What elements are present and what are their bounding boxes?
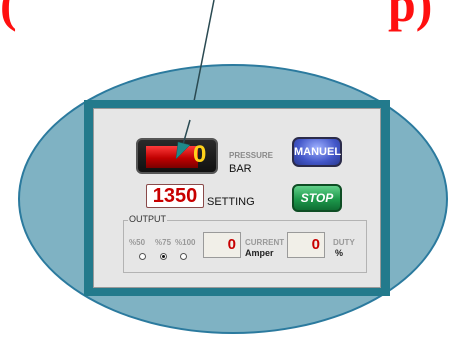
title-left-text: ( (0, 0, 17, 32)
duty-label: DUTY (333, 238, 355, 247)
output-group-label: OUTPUT (128, 214, 167, 224)
setting-label: SETTING (207, 196, 255, 208)
current-unit: Amper (245, 248, 274, 258)
radio-label-100: %100 (175, 238, 196, 247)
radio-label-50: %50 (129, 238, 146, 247)
manuel-button[interactable]: MANUEL (292, 137, 342, 167)
pressure-unit: BAR (229, 163, 252, 175)
current-label: CURRENT (245, 238, 285, 247)
radio-50[interactable] (139, 253, 146, 260)
pressure-label: PRESSURE (229, 151, 274, 160)
current-value-display: 0 (203, 232, 241, 258)
setting-value-display[interactable]: 1350 (146, 184, 204, 208)
pressure-gauge-bar (146, 146, 198, 168)
duty-value-display: 0 (287, 232, 325, 258)
stop-button[interactable]: STOP (292, 184, 342, 212)
title-banner: ( p) (0, 0, 456, 34)
radio-label-75: %75 (155, 238, 172, 247)
duty-unit: % (335, 248, 344, 258)
title-right-text: p) (388, 0, 433, 32)
radio-75[interactable] (160, 253, 167, 260)
pressure-value: 0 (193, 141, 207, 168)
radio-100[interactable] (180, 253, 187, 260)
